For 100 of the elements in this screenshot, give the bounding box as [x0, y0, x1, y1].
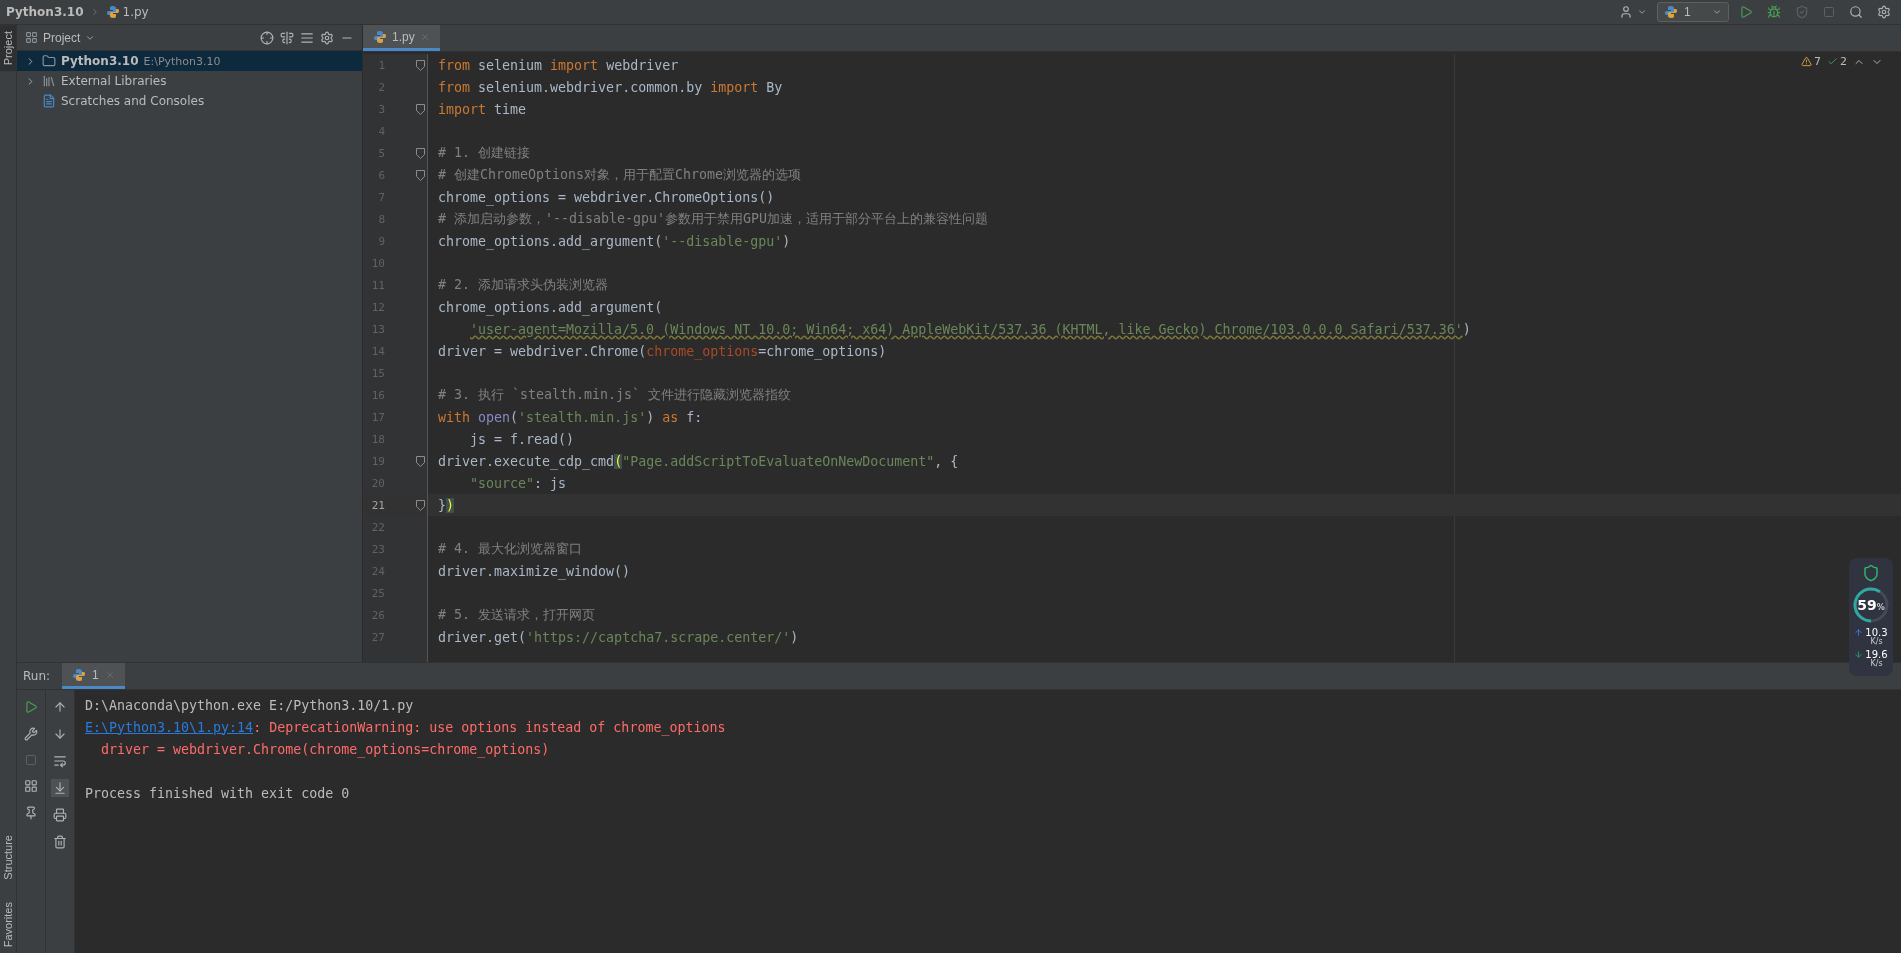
folder-icon — [42, 54, 56, 68]
tree-item[interactable]: External Libraries — [17, 71, 362, 91]
shield-icon — [1862, 564, 1880, 582]
download-arrow-icon — [1854, 650, 1864, 659]
python-file-icon — [373, 29, 387, 44]
speed-unit: K/s — [1870, 638, 1883, 646]
tree-label: External Libraries — [61, 74, 167, 88]
fold-marker-icon[interactable] — [416, 169, 425, 181]
edit-configuration-button[interactable] — [22, 725, 40, 743]
arrow-up-icon — [53, 700, 67, 714]
python-icon — [72, 667, 87, 682]
side-tab[interactable]: Structure — [0, 829, 16, 886]
code-line: # 2. 添加请求头伪装浏览器 — [438, 276, 609, 294]
console-text: Process finished with exit code 0 — [85, 785, 350, 801]
code-line: # 1. 创建链接 — [438, 144, 531, 162]
crosshair-icon[interactable] — [260, 30, 274, 45]
breadcrumb[interactable]: Python3.10 — [6, 5, 84, 19]
close-icon — [104, 669, 115, 680]
fold-marker-icon[interactable] — [416, 455, 425, 467]
fold-marker-icon[interactable] — [416, 59, 425, 71]
code-line: }) — [438, 497, 455, 513]
code-line: # 5. 发送请求，打开网页 — [438, 606, 596, 624]
code-line: 'user-agent=Mozilla/5.0 (Windows NT 10.0; Win64; x64) AppleWebKit/537.36 (KHTML, like Gecko) Chrome/103.0.0.0 Safari/537.36') — [469, 321, 1471, 337]
code-line: driver = webdriver.Chrome(chrome_options=chrome_options) — [438, 343, 887, 359]
check-icon — [1827, 56, 1838, 67]
code-line: "source": js — [469, 475, 567, 491]
caret-icon — [1637, 7, 1647, 17]
warning-icon — [1801, 56, 1812, 67]
collapse-all-icon[interactable] — [300, 30, 314, 45]
file-link[interactable]: E:\Python3.10\1.py:14 — [85, 719, 254, 735]
settings-icon[interactable] — [320, 30, 334, 45]
stop-icon — [25, 754, 37, 766]
code-line: chrome_options.add_argument( — [438, 299, 663, 315]
run-icon — [1739, 5, 1753, 19]
run-tab[interactable]: 1 — [62, 663, 125, 689]
trash-icon — [53, 835, 67, 849]
user-icon — [1619, 5, 1633, 19]
tree-path: E:\Python3.10 — [143, 54, 221, 68]
code-line: driver.maximize_window() — [438, 563, 631, 579]
layout-button[interactable] — [22, 777, 40, 795]
fold-marker-icon[interactable] — [416, 103, 425, 115]
tree-item[interactable]: Scratches and Consoles — [17, 91, 362, 111]
console-text: D:\Anaconda\python.exe E:/Python3.10/1.py — [85, 697, 414, 713]
close-icon — [419, 31, 430, 42]
upload-speed: 10.3 — [1865, 628, 1888, 638]
arrow-down-icon — [53, 727, 67, 741]
python-icon — [1664, 5, 1678, 19]
bug-icon — [1767, 5, 1781, 19]
download-speed: 19.6 — [1865, 650, 1888, 660]
panel-icon — [25, 31, 38, 44]
grid-icon — [24, 779, 38, 793]
code-line: from selenium.webdriver.common.by import By — [438, 79, 783, 95]
expand-all-icon[interactable] — [280, 30, 294, 45]
code-line: chrome_options = webdriver.ChromeOptions() — [438, 189, 775, 205]
code-line: # 3. 执行 `stealth.min.js` 文件进行隐藏浏览器指纹 — [438, 386, 792, 404]
console-text: : DeprecationWarning: use options instead of chrome_options — [253, 719, 726, 735]
breadcrumb[interactable]: 1.py — [122, 5, 149, 19]
tree-label: Python3.10 — [61, 54, 139, 68]
side-tab[interactable]: Favorites — [0, 895, 16, 953]
wrap-icon — [53, 754, 67, 768]
code-line: # 添加启动参数，'--disable-gpu'参数用于禁用GPU加速，适用于部分平台上的兼容性问题 — [438, 210, 989, 228]
run-icon — [24, 700, 38, 714]
scroll-to-end-button[interactable] — [51, 779, 69, 797]
usage-value: 59% — [1857, 597, 1885, 613]
clear-button[interactable] — [51, 833, 69, 851]
wrench-icon — [24, 727, 38, 741]
run-configuration-dropdown[interactable]: 1 — [1657, 2, 1729, 22]
shield-icon — [1795, 5, 1809, 19]
stop-icon — [1823, 6, 1835, 18]
tree-item[interactable]: Python3.10 E:\Python3.10 — [17, 51, 362, 71]
code-line: # 创建ChromeOptions对象，用于配置Chrome浏览器的选项 — [438, 166, 802, 184]
speed-unit: K/s — [1870, 660, 1883, 668]
code-line: # 4. 最大化浏览器窗口 — [438, 540, 583, 558]
project-view-dropdown[interactable]: Project — [25, 30, 96, 45]
line-number: 21 — [370, 498, 385, 512]
upload-arrow-icon — [1854, 628, 1864, 637]
warning-count[interactable]: 7 — [1814, 55, 1821, 68]
code-line: driver.execute_cdp_cmd("Page.addScriptToEvaluateOnNewDocument", { — [438, 453, 959, 469]
tree-label: Scratches and Consoles — [61, 94, 205, 108]
settings-icon — [1877, 5, 1891, 19]
code-line: driver.get('https://captcha7.scrape.center/') — [438, 629, 799, 645]
library-icon — [42, 74, 56, 88]
editor-tab[interactable]: 1.py — [363, 25, 440, 51]
scratch-file-icon — [42, 94, 56, 108]
print-button[interactable] — [51, 806, 69, 824]
console-text: driver = webdriver.Chrome(chrome_options=chrome_options) — [100, 741, 550, 757]
code-line: js = f.read() — [469, 431, 575, 447]
pin-icon — [24, 806, 38, 820]
check-count[interactable]: 2 — [1840, 55, 1847, 68]
scroll-to-end-icon — [53, 781, 67, 795]
code-line: with open('stealth.min.js') as f: — [438, 409, 703, 425]
fold-marker-icon[interactable] — [416, 499, 425, 511]
side-tab[interactable]: Project — [0, 25, 16, 72]
code-line: chrome_options.add_argument('--disable-gpu') — [438, 233, 791, 249]
code-line: from selenium import webdriver — [438, 57, 679, 73]
code-line: import time — [438, 101, 527, 117]
caret-icon — [1712, 7, 1722, 17]
run-panel-title: Run: — [23, 669, 51, 683]
search-icon — [1849, 5, 1863, 19]
fold-marker-icon[interactable] — [416, 147, 425, 159]
